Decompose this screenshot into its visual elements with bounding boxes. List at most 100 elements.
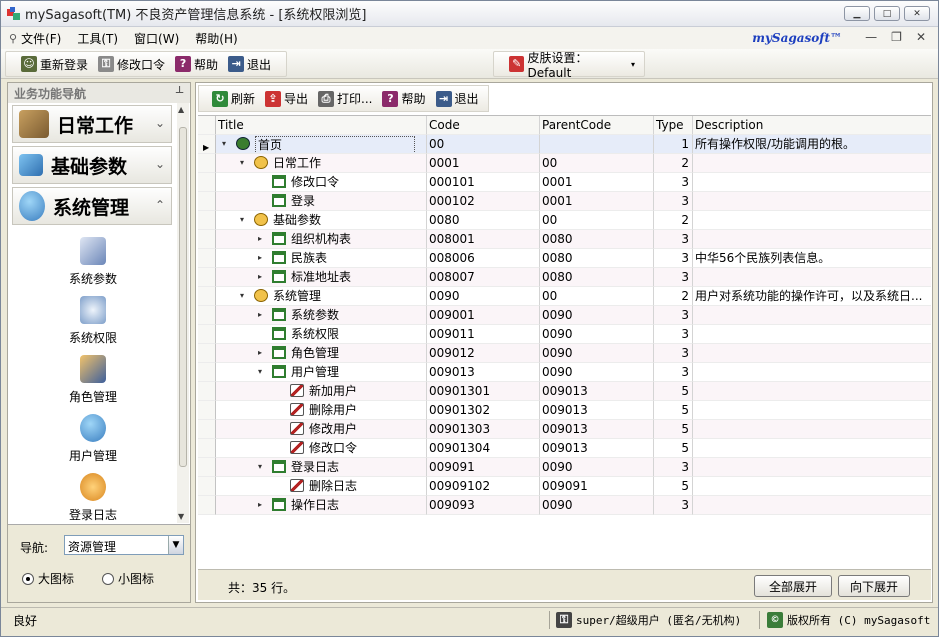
column-header-title[interactable]: Title — [216, 116, 427, 135]
cell-parentcode[interactable]: 0090 — [540, 458, 654, 477]
cell-description[interactable] — [693, 363, 931, 382]
scroll-thumb[interactable] — [179, 127, 187, 467]
row-indicator[interactable] — [198, 192, 216, 211]
cell-type[interactable]: 5 — [654, 420, 693, 439]
cell-title[interactable]: ▾ 日常工作 — [216, 154, 427, 173]
cell-description[interactable]: 用户对系统功能的操作许可，以及系统日... — [693, 287, 931, 306]
cell-title[interactable]: 登录 — [216, 192, 427, 211]
expand-icon[interactable]: ▸ — [258, 253, 268, 263]
cell-parentcode[interactable]: 0080 — [540, 249, 654, 268]
cell-type[interactable]: 5 — [654, 439, 693, 458]
row-indicator[interactable] — [198, 230, 216, 249]
cell-parentcode[interactable]: 00 — [540, 287, 654, 306]
cell-code[interactable]: 009011 — [427, 325, 540, 344]
small-icon-radio[interactable]: 小图标 — [102, 570, 154, 587]
cell-type[interactable]: 5 — [654, 401, 693, 420]
cell-title[interactable]: 修改口令 — [216, 439, 427, 458]
expand-icon[interactable]: ▸ — [258, 234, 268, 244]
cell-description[interactable] — [693, 173, 931, 192]
nav-item-system-permissions[interactable]: 系统权限 — [38, 292, 148, 351]
cell-title[interactable]: ▾ 用户管理 — [216, 363, 427, 382]
skin-settings-dropdown[interactable]: ✎ 皮肤设置：Default ▾ — [504, 51, 640, 80]
permissions-tree-grid[interactable]: Title Code ParentCode Type Description ▶… — [198, 115, 931, 515]
cell-title[interactable]: 新加用户 — [216, 382, 427, 401]
print-button[interactable]: ⎙ 打印... — [313, 88, 377, 110]
row-indicator[interactable] — [198, 325, 216, 344]
cell-title[interactable]: ▾ 基础参数 — [216, 211, 427, 230]
cell-description[interactable] — [693, 477, 931, 496]
cell-code[interactable]: 008007 — [427, 268, 540, 287]
row-indicator[interactable] — [198, 344, 216, 363]
pin-icon[interactable]: ⊥ — [175, 85, 184, 96]
table-row[interactable]: 修改用户 00901303 009013 5 — [198, 420, 931, 439]
scroll-up-icon[interactable]: ▲ — [178, 105, 184, 114]
row-indicator[interactable] — [198, 382, 216, 401]
cell-parentcode[interactable]: 00 — [540, 154, 654, 173]
cell-description[interactable] — [693, 458, 931, 477]
menu-help[interactable]: 帮助(H) — [187, 30, 245, 47]
cell-parentcode[interactable]: 009013 — [540, 420, 654, 439]
cell-type[interactable]: 3 — [654, 344, 693, 363]
cell-parentcode[interactable]: 0080 — [540, 230, 654, 249]
cell-parentcode[interactable]: 009013 — [540, 439, 654, 458]
column-header-code[interactable]: Code — [427, 116, 540, 135]
row-indicator[interactable] — [198, 401, 216, 420]
refresh-button[interactable]: ↻ 刷新 — [207, 88, 260, 110]
menu-file[interactable]: ⚲ 文件(F) — [1, 30, 69, 47]
nav-item-role-management[interactable]: 角色管理 — [38, 351, 148, 410]
cell-description[interactable] — [693, 439, 931, 458]
cell-code[interactable]: 00 — [427, 135, 540, 154]
row-indicator[interactable] — [198, 249, 216, 268]
grid-exit-button[interactable]: ⇥ 退出 — [431, 88, 484, 110]
cell-description[interactable] — [693, 401, 931, 420]
column-header-description[interactable]: Description — [693, 116, 931, 135]
mdi-close-icon[interactable]: ✕ — [916, 30, 926, 44]
cell-code[interactable]: 000102 — [427, 192, 540, 211]
cell-title[interactable]: 删除日志 — [216, 477, 427, 496]
nav-scrollbar[interactable]: ▲ ▼ — [177, 103, 189, 523]
row-indicator[interactable] — [198, 154, 216, 173]
relogin-button[interactable]: ☺ 重新登录 — [16, 53, 93, 75]
cell-type[interactable]: 2 — [654, 211, 693, 230]
cell-description[interactable] — [693, 420, 931, 439]
cell-type[interactable]: 3 — [654, 363, 693, 382]
cell-description[interactable]: 所有操作权限/功能调用的根。 — [693, 135, 931, 154]
row-indicator[interactable] — [198, 458, 216, 477]
nav-mode-select[interactable]: 资源管理 ▼ — [64, 535, 184, 555]
cell-parentcode[interactable] — [540, 135, 654, 154]
table-row[interactable]: 系统权限 009011 0090 3 — [198, 325, 931, 344]
table-row[interactable]: ▾ 日常工作 0001 00 2 — [198, 154, 931, 173]
cell-type[interactable]: 5 — [654, 382, 693, 401]
cell-title[interactable]: ▸ 角色管理 — [216, 344, 427, 363]
cell-description[interactable] — [693, 192, 931, 211]
expand-icon[interactable]: ▸ — [258, 500, 268, 510]
menu-tools[interactable]: 工具(T) — [69, 30, 126, 47]
collapse-icon[interactable]: ▾ — [258, 367, 268, 377]
nav-item-login-log[interactable]: 登录日志 — [38, 469, 148, 528]
row-indicator[interactable] — [198, 173, 216, 192]
cell-type[interactable]: 3 — [654, 173, 693, 192]
cell-title[interactable]: ▾ 系统管理 — [216, 287, 427, 306]
expand-icon[interactable]: ▸ — [258, 272, 268, 282]
table-row[interactable]: 删除日志 00909102 009091 5 — [198, 477, 931, 496]
collapse-icon[interactable]: ▾ — [240, 215, 250, 225]
cell-code[interactable]: 0080 — [427, 211, 540, 230]
cell-title[interactable]: ▾ 登录日志 — [216, 458, 427, 477]
cell-parentcode[interactable]: 009013 — [540, 382, 654, 401]
collapse-icon[interactable]: ▾ — [240, 291, 250, 301]
cell-code[interactable]: 00901301 — [427, 382, 540, 401]
column-header-type[interactable]: Type — [654, 116, 693, 135]
title-bar[interactable]: mySagasoft(TM) 不良资产管理信息系统 - [系统权限浏览] ▁ □… — [1, 1, 938, 27]
cell-code[interactable]: 00901304 — [427, 439, 540, 458]
exit-button[interactable]: ⇥ 退出 — [223, 53, 276, 75]
nav-item-user-management[interactable]: 用户管理 — [38, 410, 148, 469]
row-indicator[interactable] — [198, 268, 216, 287]
table-row[interactable]: ▸ 民族表 008006 0080 3 中华56个民族列表信息。 — [198, 249, 931, 268]
export-button[interactable]: ⇪ 导出 — [260, 88, 313, 110]
mdi-restore-icon[interactable]: ❐ — [891, 30, 902, 44]
help-button[interactable]: ? 帮助 — [170, 53, 223, 75]
cell-code[interactable]: 00909102 — [427, 477, 540, 496]
table-row[interactable]: ▾ 系统管理 0090 00 2 用户对系统功能的操作许可，以及系统日... — [198, 287, 931, 306]
nav-group-daily-work[interactable]: 日常工作 ⌄ — [12, 105, 172, 143]
cell-parentcode[interactable]: 0090 — [540, 344, 654, 363]
